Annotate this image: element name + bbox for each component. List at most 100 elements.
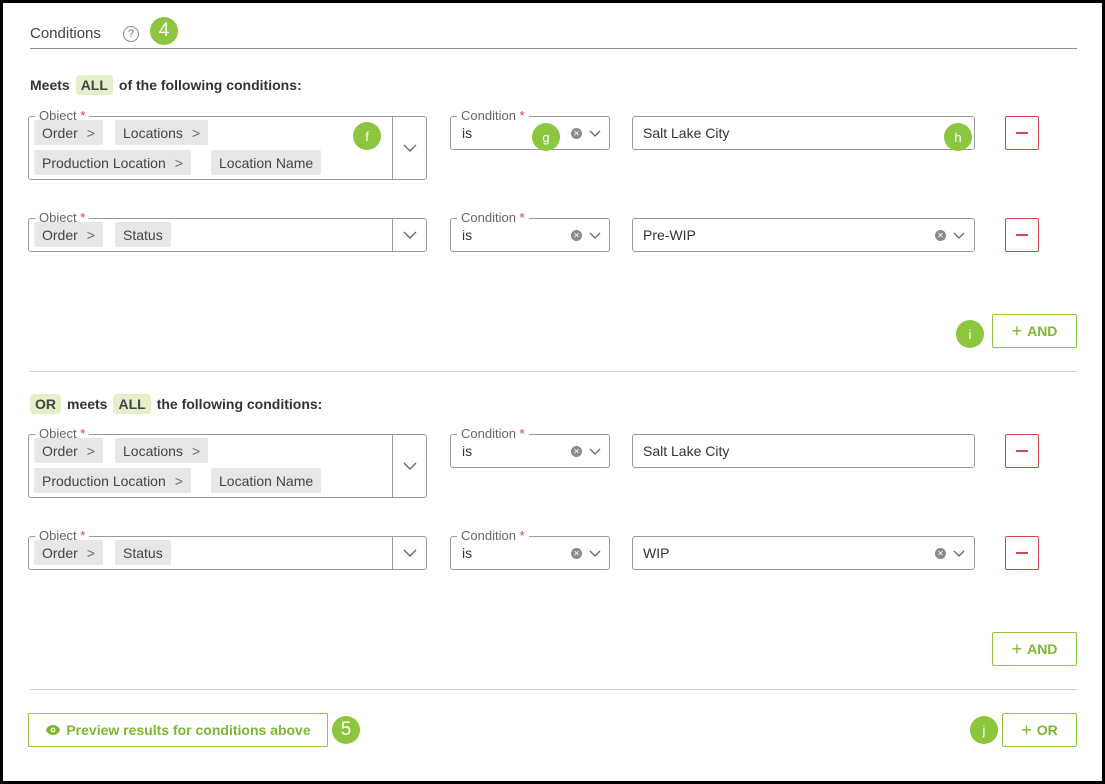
- chevron-down-icon: [589, 130, 601, 137]
- condition-select[interactable]: Condition * is ✕: [450, 528, 610, 570]
- object-dropdown-toggle[interactable]: [392, 219, 426, 251]
- chevron-down-icon: [953, 550, 965, 557]
- clear-icon[interactable]: ✕: [571, 230, 582, 241]
- plus-icon: +: [1021, 720, 1032, 740]
- condition-value: is: [462, 443, 473, 459]
- remove-condition-button[interactable]: [1005, 218, 1039, 252]
- remove-condition-button[interactable]: [1005, 434, 1039, 468]
- group-divider: [30, 371, 1077, 372]
- add-and-condition-button[interactable]: + AND: [992, 314, 1077, 348]
- annotation-badge-g: g: [532, 123, 560, 151]
- plus-icon: +: [1011, 321, 1023, 341]
- remove-condition-button[interactable]: [1005, 116, 1039, 150]
- object-tag-production-location: Production Location >: [34, 468, 191, 493]
- group2-heading-mid: meets: [67, 396, 108, 412]
- annotation-badge-i: i: [956, 320, 984, 348]
- chevron-right-icon: >: [174, 472, 183, 489]
- group2-heading-post: the following conditions:: [156, 396, 323, 412]
- value-text: Pre-WIP: [643, 227, 696, 243]
- clear-icon[interactable]: ✕: [935, 548, 946, 559]
- group1-all-pill: ALL: [75, 75, 113, 95]
- condition-select[interactable]: Condition * is ✕: [450, 210, 610, 252]
- group2-or-pill: OR: [30, 394, 61, 414]
- value-input[interactable]: Salt Lake City: [632, 116, 975, 150]
- chevron-down-icon: [589, 550, 601, 557]
- condition-label: Condition *: [457, 528, 529, 544]
- value-select[interactable]: WIP ✕: [632, 536, 975, 570]
- annotation-badge-j: j: [970, 716, 998, 744]
- condition-select[interactable]: Condition * is ✕: [450, 426, 610, 468]
- clear-icon[interactable]: ✕: [571, 128, 582, 139]
- clear-icon[interactable]: ✕: [571, 446, 582, 457]
- minus-icon: [1016, 234, 1028, 236]
- group1-heading-pre: Meets: [30, 77, 70, 93]
- condition-value: is: [462, 545, 473, 561]
- object-tag-locations: Locations >: [115, 120, 209, 145]
- object-tag-location-name: Location Name: [211, 150, 322, 175]
- step-badge-5: 5: [332, 716, 360, 744]
- chevron-down-icon: [403, 144, 416, 152]
- eye-icon: [46, 725, 61, 735]
- remove-condition-button[interactable]: [1005, 536, 1039, 570]
- chevron-right-icon: >: [86, 124, 95, 141]
- chevron-down-icon: [403, 549, 416, 557]
- minus-icon: [1016, 132, 1028, 134]
- condition-value: is: [462, 125, 473, 141]
- object-dropdown-toggle[interactable]: [392, 435, 426, 497]
- group2-heading: OR meets ALL the following conditions:: [30, 394, 322, 414]
- chevron-down-icon: [403, 462, 416, 470]
- object-tag-locations: Locations >: [115, 438, 209, 463]
- header-divider: [30, 48, 1077, 49]
- value-text: Salt Lake City: [643, 125, 730, 141]
- chevron-down-icon: [403, 231, 416, 239]
- object-tag-status: Status: [115, 540, 171, 565]
- page-frame: Conditions ? 4 Meets ALL of the followin…: [0, 0, 1105, 784]
- chevron-right-icon: >: [174, 154, 183, 171]
- minus-icon: [1016, 450, 1028, 452]
- object-field[interactable]: Object * Order > Status: [28, 210, 427, 252]
- add-or-group-button[interactable]: + OR: [1002, 713, 1077, 747]
- clear-icon[interactable]: ✕: [571, 548, 582, 559]
- annotation-badge-f: f: [353, 122, 381, 150]
- preview-results-button[interactable]: Preview results for conditions above: [28, 713, 328, 747]
- object-tag-order: Order >: [34, 222, 103, 247]
- object-tag-status: Status: [115, 222, 171, 247]
- add-and-condition-button[interactable]: + AND: [992, 632, 1077, 666]
- chevron-down-icon: [589, 232, 601, 239]
- chevron-right-icon: >: [86, 226, 95, 243]
- value-input[interactable]: Salt Lake City: [632, 434, 975, 468]
- step-badge-4: 4: [150, 17, 178, 45]
- chevron-right-icon: >: [191, 124, 201, 141]
- chevron-right-icon: >: [191, 442, 201, 459]
- value-select[interactable]: Pre-WIP ✕: [632, 218, 975, 252]
- object-field[interactable]: Object * Order > Status: [28, 528, 427, 570]
- condition-label: Condition *: [457, 210, 529, 226]
- condition-value: is: [462, 227, 473, 243]
- minus-icon: [1016, 552, 1028, 554]
- chevron-right-icon: >: [86, 544, 95, 561]
- footer-divider: [30, 689, 1077, 690]
- group1-heading: Meets ALL of the following conditions:: [30, 75, 302, 95]
- object-tag-order: Order >: [34, 540, 103, 565]
- condition-label: Condition *: [457, 426, 529, 442]
- object-dropdown-toggle[interactable]: [392, 117, 426, 179]
- chevron-down-icon: [589, 448, 601, 455]
- object-tag-location-name: Location Name: [211, 468, 322, 493]
- object-tag-order: Order >: [34, 120, 103, 145]
- condition-select[interactable]: Condition * is ✕: [450, 108, 610, 150]
- object-field[interactable]: Object * Order > Locations > Production Lo…: [28, 426, 427, 498]
- chevron-down-icon: [953, 232, 965, 239]
- value-text: Salt Lake City: [643, 443, 730, 459]
- object-tag-order: Order >: [34, 438, 103, 463]
- group1-heading-post: of the following conditions:: [118, 77, 302, 93]
- help-icon[interactable]: ?: [123, 26, 139, 42]
- section-title: Conditions: [30, 25, 101, 42]
- object-tag-production-location: Production Location >: [34, 150, 191, 175]
- plus-icon: +: [1011, 639, 1023, 659]
- clear-icon[interactable]: ✕: [935, 230, 946, 241]
- annotation-badge-h: h: [944, 123, 972, 151]
- object-dropdown-toggle[interactable]: [392, 537, 426, 569]
- value-text: WIP: [643, 545, 670, 561]
- chevron-right-icon: >: [86, 442, 95, 459]
- group2-all-pill: ALL: [113, 394, 151, 414]
